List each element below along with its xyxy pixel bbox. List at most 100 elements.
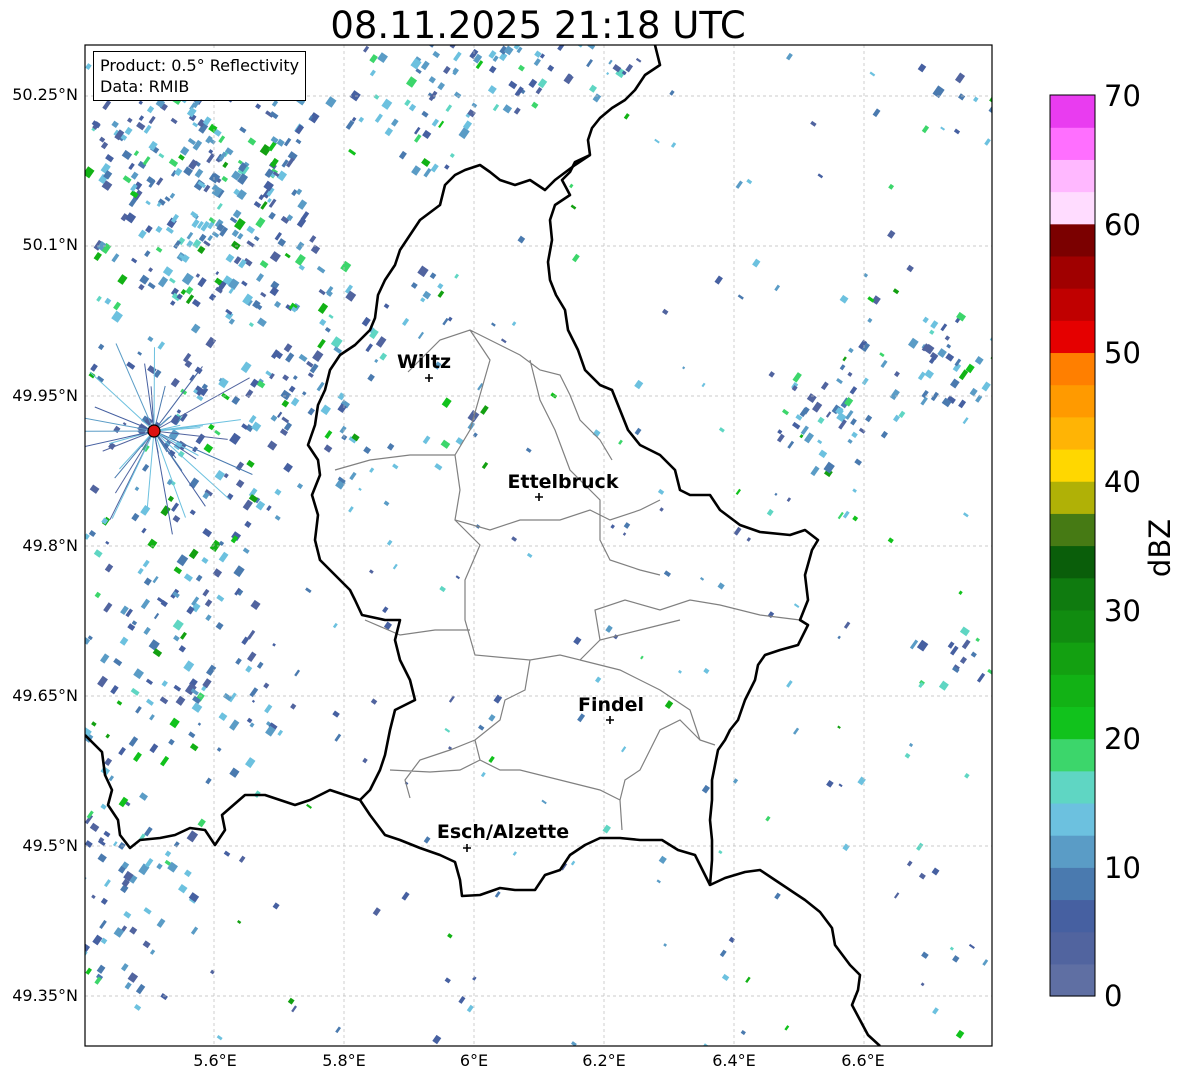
echo-cell bbox=[160, 993, 168, 1001]
echo-cell bbox=[847, 438, 853, 444]
echo-cell bbox=[848, 347, 854, 354]
echo-cell bbox=[735, 488, 742, 496]
echo-cell bbox=[155, 225, 163, 234]
echo-cell bbox=[182, 352, 192, 363]
echo-cell bbox=[244, 520, 252, 528]
echo-cell bbox=[248, 322, 254, 328]
echo-cell bbox=[858, 427, 866, 434]
echo-cell bbox=[887, 537, 894, 544]
echo-cell bbox=[351, 116, 357, 122]
echo-cell bbox=[201, 557, 209, 564]
echo-cell bbox=[256, 661, 264, 669]
colorbar-segment bbox=[1050, 384, 1095, 418]
echo-cell bbox=[284, 252, 291, 259]
echo-cell bbox=[183, 573, 193, 582]
echo-cell bbox=[463, 35, 471, 44]
echo-cell bbox=[133, 1004, 142, 1011]
data-source-label: Data: RMIB bbox=[100, 77, 190, 96]
echo-cell bbox=[669, 90, 675, 96]
colorbar-segment bbox=[1050, 288, 1095, 321]
echo-cell bbox=[215, 621, 224, 631]
echo-cell bbox=[123, 910, 132, 919]
echo-cell bbox=[348, 148, 357, 156]
echo-cell bbox=[255, 103, 262, 110]
echo-cell bbox=[302, 391, 307, 396]
echo-cell bbox=[277, 411, 283, 418]
echo-cell bbox=[420, 297, 426, 303]
echo-cell bbox=[419, 45, 429, 46]
colorbar-segment bbox=[1050, 674, 1095, 707]
echo-cell bbox=[267, 440, 278, 451]
echo-cell bbox=[250, 599, 261, 610]
echo-cell bbox=[837, 511, 844, 520]
echo-cell bbox=[383, 500, 390, 507]
echo-cell bbox=[147, 538, 158, 549]
echo-cell bbox=[142, 940, 151, 949]
echo-cell bbox=[471, 102, 478, 108]
echo-cell bbox=[367, 373, 375, 382]
echo-cell bbox=[536, 34, 544, 41]
echo-cell bbox=[930, 391, 939, 402]
echo-cell bbox=[968, 943, 975, 949]
echo-cell bbox=[165, 226, 174, 234]
echo-cell bbox=[285, 352, 295, 363]
echo-cell bbox=[223, 850, 231, 857]
echo-cell bbox=[488, 755, 495, 763]
echo-cell bbox=[945, 352, 955, 362]
echo-cell bbox=[894, 892, 900, 899]
echo-cell bbox=[517, 235, 526, 244]
echo-cell bbox=[317, 302, 329, 314]
echo-cell bbox=[124, 981, 132, 990]
echo-cell bbox=[98, 343, 105, 351]
echo-cell bbox=[526, 552, 533, 558]
colorbar-segment bbox=[1050, 802, 1095, 836]
echo-cell bbox=[143, 907, 152, 915]
echo-cell bbox=[171, 502, 180, 512]
echo-cell bbox=[256, 273, 264, 282]
echo-cell bbox=[606, 72, 610, 76]
echo-cell bbox=[259, 260, 269, 269]
echo-cell bbox=[124, 126, 133, 136]
echo-cell bbox=[402, 317, 410, 326]
echo-cell bbox=[190, 323, 201, 334]
echo-cell bbox=[158, 152, 165, 159]
echo-cell bbox=[576, 45, 587, 48]
echo-cell bbox=[174, 167, 183, 177]
echo-cell bbox=[812, 401, 823, 413]
echo-cell bbox=[133, 668, 144, 680]
echo-cell bbox=[295, 188, 303, 196]
echo-cell bbox=[826, 779, 834, 788]
echo-cell bbox=[147, 365, 157, 375]
echo-cell bbox=[449, 152, 455, 158]
echo-cell bbox=[168, 158, 179, 168]
echo-cell bbox=[608, 59, 613, 65]
echo-cell bbox=[774, 892, 781, 900]
echo-cell bbox=[422, 290, 432, 300]
echo-cell bbox=[682, 366, 686, 370]
echo-cell bbox=[263, 682, 270, 689]
echo-cell bbox=[332, 622, 338, 629]
echo-cell bbox=[430, 35, 438, 43]
echo-cell bbox=[528, 78, 538, 89]
echo-cell bbox=[701, 784, 711, 794]
echo-cell bbox=[189, 743, 199, 752]
echo-cell bbox=[377, 52, 388, 64]
echo-cell bbox=[229, 719, 240, 731]
echo-cell bbox=[229, 216, 238, 224]
echo-cell bbox=[231, 395, 241, 405]
echo-cell bbox=[188, 548, 199, 560]
clutter-ray bbox=[89, 371, 155, 432]
echo-cell bbox=[221, 175, 229, 183]
echo-cell bbox=[937, 348, 947, 358]
colorbar-segment bbox=[1050, 223, 1095, 257]
echo-cell bbox=[110, 684, 119, 695]
echo-cell bbox=[511, 536, 518, 542]
echo-cell bbox=[122, 175, 132, 184]
echo-cell bbox=[478, 724, 485, 731]
echo-cell bbox=[880, 359, 888, 368]
echo-cell bbox=[924, 369, 935, 379]
echo-cell bbox=[145, 698, 154, 706]
echo-cell bbox=[141, 527, 147, 534]
echo-cell bbox=[134, 486, 140, 492]
colorbar-segment bbox=[1050, 255, 1095, 289]
